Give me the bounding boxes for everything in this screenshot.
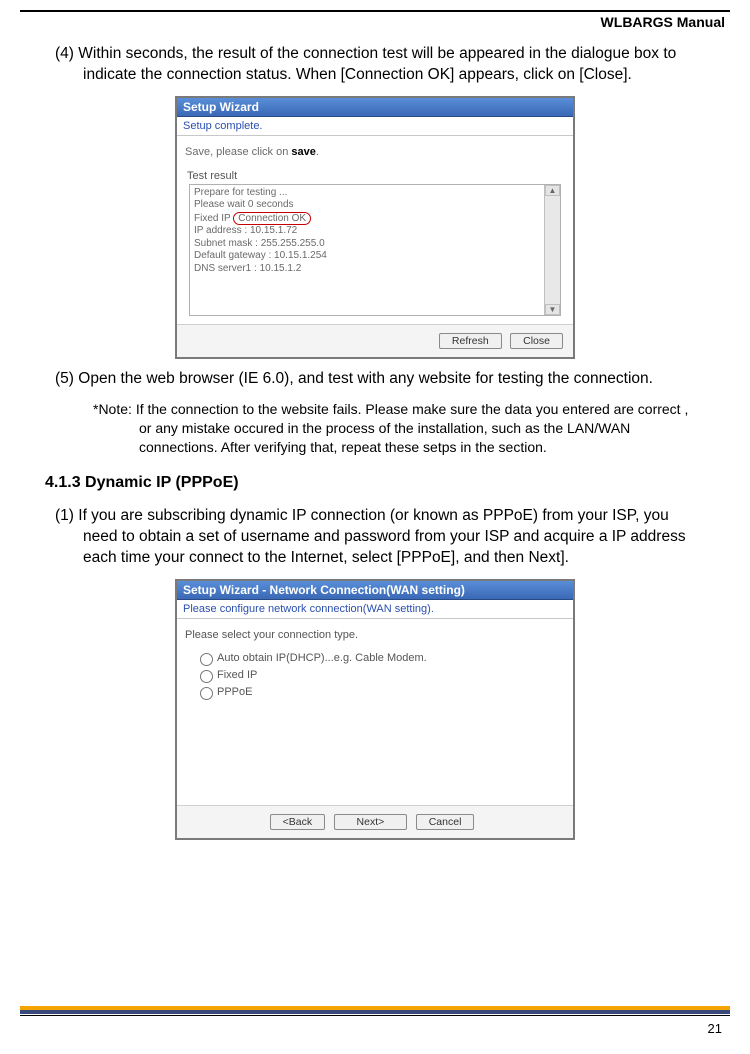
step-1b-num: (1) [55, 507, 74, 524]
close-button[interactable]: Close [510, 333, 563, 349]
step-1b: (1) If you are subscribing dynamic IP co… [55, 506, 695, 569]
window-subtitle-2: Please configure network connection(WAN … [177, 600, 573, 619]
log-line-5: Subnet mask : 255.255.255.0 [194, 238, 540, 251]
radio-dhcp-input[interactable] [200, 653, 213, 666]
footer-line [20, 1015, 730, 1016]
next-button[interactable]: Next> [334, 814, 408, 830]
step-5: (5) Open the web browser (IE 6.0), and t… [55, 369, 695, 390]
button-row-2: <Back Next> Cancel [177, 805, 573, 838]
save-instruction: Save, please click on save. [177, 136, 573, 162]
window-subtitle: Setup complete. [177, 117, 573, 136]
footer-stripe [20, 1006, 730, 1014]
test-result-label: Test result [177, 162, 573, 182]
step-4-num: (4) [55, 45, 74, 62]
log-line-3a: Fixed IP [194, 213, 233, 224]
test-log: Prepare for testing ... Please wait 0 se… [190, 185, 544, 315]
note-text: If the connection to the website fails. … [136, 401, 689, 455]
step-4-text: Within seconds, the result of the connec… [78, 45, 676, 83]
section-heading: 4.1.3 Dynamic IP (PPPoE) [45, 474, 695, 492]
window-title: Setup Wizard [177, 98, 573, 117]
scrollbar[interactable]: ▲ ▼ [544, 185, 560, 315]
radio-pppoe-input[interactable] [200, 687, 213, 700]
scroll-up-icon[interactable]: ▲ [545, 185, 560, 196]
note-label: *Note: [93, 401, 132, 417]
log-line-3: Fixed IP Connection OK [194, 212, 540, 226]
radio-dhcp[interactable]: Auto obtain IP(DHCP)...e.g. Cable Modem. [195, 650, 573, 666]
step-5-text: Open the web browser (IE 6.0), and test … [78, 370, 653, 387]
radio-fixed-input[interactable] [200, 670, 213, 683]
refresh-button[interactable]: Refresh [439, 333, 502, 349]
page-content: (4) Within seconds, the result of the co… [0, 34, 750, 840]
log-line-7: DNS server1 : 10.15.1.2 [194, 263, 540, 276]
save-suffix: . [316, 146, 319, 158]
log-line-2: Please wait 0 seconds [194, 199, 540, 212]
radio-dhcp-label: Auto obtain IP(DHCP)...e.g. Cable Modem. [217, 652, 427, 664]
window-title-2: Setup Wizard - Network Connection(WAN se… [177, 581, 573, 600]
scroll-down-icon[interactable]: ▼ [545, 304, 560, 315]
step-4: (4) Within seconds, the result of the co… [55, 44, 695, 86]
button-row: Refresh Close [177, 324, 573, 357]
connection-ok-highlight: Connection OK [233, 212, 311, 225]
radio-pppoe-label: PPPoE [217, 686, 252, 698]
radio-pppoe[interactable]: PPPoE [195, 684, 573, 700]
radio-fixed-ip[interactable]: Fixed IP [195, 667, 573, 683]
save-bold: save [291, 146, 315, 158]
step-1b-text: If you are subscribing dynamic IP connec… [78, 507, 685, 566]
cancel-button[interactable]: Cancel [416, 814, 475, 830]
page-number: 21 [708, 1021, 722, 1036]
screenshot-wan-setting: Setup Wizard - Network Connection(WAN se… [175, 579, 575, 840]
back-button[interactable]: <Back [270, 814, 325, 830]
log-line-6: Default gateway : 10.15.1.254 [194, 250, 540, 263]
connection-instruction: Please select your connection type. [177, 619, 573, 645]
connection-type-radios: Auto obtain IP(DHCP)...e.g. Cable Modem.… [177, 645, 573, 805]
note-block: *Note: If the connection to the website … [55, 400, 695, 457]
step-5-num: (5) [55, 370, 74, 387]
log-line-1: Prepare for testing ... [194, 187, 540, 200]
header-manual-title: WLBARGS Manual [0, 12, 750, 34]
save-prefix: Save, please click on [185, 146, 291, 158]
screenshot-setup-complete: Setup Wizard Setup complete. Save, pleas… [175, 96, 575, 359]
log-line-4: IP address : 10.15.1.72 [194, 225, 540, 238]
test-result-box: Prepare for testing ... Please wait 0 se… [189, 184, 561, 316]
radio-fixed-label: Fixed IP [217, 669, 257, 681]
